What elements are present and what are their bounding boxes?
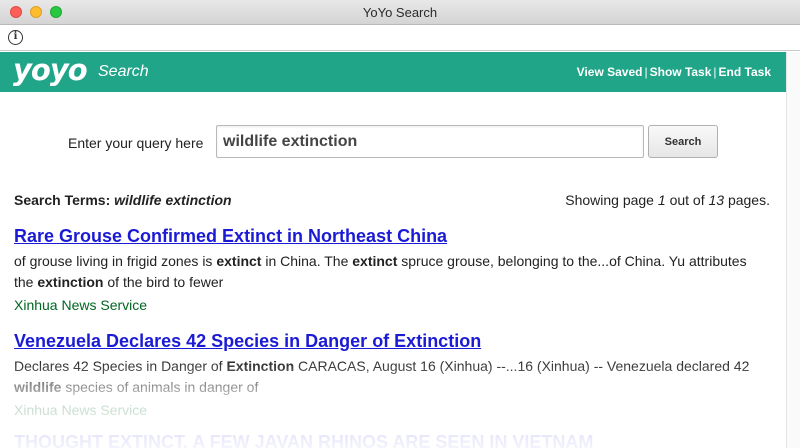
snippet-text: Declares 42 Species in Danger of xyxy=(14,358,227,374)
snippet-text: of the bird to fewer xyxy=(103,274,224,290)
show-task-link[interactable]: Show Task xyxy=(650,65,712,79)
vertical-scrollbar[interactable] xyxy=(786,52,800,448)
search-terms-value: wildlife extinction xyxy=(114,192,232,208)
snippet-text: CARACAS, August 16 (Xinhua) --...16 (Xin… xyxy=(294,358,750,374)
result-source: Xinhua News Service xyxy=(14,402,148,418)
result-snippet: Declares 42 Species in Danger of Extinct… xyxy=(14,356,754,398)
snippet-highlight: Extinction xyxy=(226,358,295,374)
snippet-text: in China. The xyxy=(261,253,353,269)
search-terms: Search Terms: wildlife extinction xyxy=(14,192,232,208)
result-title-link[interactable]: Rare Grouse Confirmed Extinct in Northea… xyxy=(14,225,754,247)
result-snippet: of grouse living in frigid zones is exti… xyxy=(14,251,754,293)
snippet-highlight: extinct xyxy=(352,253,398,269)
end-task-link[interactable]: End Task xyxy=(719,65,771,79)
header-links: View Saved | Show Task | End Task xyxy=(577,65,771,79)
search-terms-label: Search Terms: xyxy=(14,192,111,208)
window-titlebar: YoYo Search xyxy=(0,0,800,25)
result-title-link[interactable]: THOUGHT EXTINCT, A FEW JAVAN RHINOS ARE … xyxy=(14,432,593,448)
link-separator: | xyxy=(644,65,648,79)
paging-mid: out of xyxy=(669,192,705,208)
snippet-highlight: extinct xyxy=(216,253,262,269)
logo-subtitle: Search xyxy=(98,63,149,80)
maximize-window-icon[interactable] xyxy=(50,6,62,18)
yoyo-logo[interactable]: yoyo xyxy=(13,54,88,86)
snippet-text: of grouse living in frigid zones is xyxy=(14,253,217,269)
search-input[interactable] xyxy=(216,125,644,158)
snippet-highlight: wildlife xyxy=(14,379,62,395)
paging-suffix: pages. xyxy=(727,192,770,208)
current-page: 1 xyxy=(657,192,666,208)
minimize-window-icon[interactable] xyxy=(30,6,42,18)
info-icon[interactable]: i xyxy=(8,30,23,45)
site-header: yoyo Search View Saved | Show Task | End Tas… xyxy=(0,52,786,92)
view-saved-link[interactable]: View Saved xyxy=(577,65,643,79)
snippet-highlight: extinction xyxy=(37,274,104,290)
result-title-link[interactable]: Venezuela Declares 42 Species in Danger … xyxy=(14,330,754,352)
address-bar[interactable]: i xyxy=(0,25,800,51)
result-source: Xinhua News Service xyxy=(14,297,148,313)
search-result: Rare Grouse Confirmed Extinct in Northea… xyxy=(14,225,754,314)
paging-info: Showing page 1 out of 13 pages. xyxy=(565,192,770,208)
window-title: YoYo Search xyxy=(362,5,438,20)
query-label: Enter your query here xyxy=(68,135,204,151)
snippet-text: species of animals in danger of xyxy=(61,379,259,395)
search-result: Venezuela Declares 42 Species in Danger … xyxy=(14,330,754,419)
close-window-icon[interactable] xyxy=(10,6,22,18)
total-pages: 13 xyxy=(708,192,725,208)
paging-prefix: Showing page xyxy=(565,192,654,208)
link-separator: | xyxy=(713,65,717,79)
search-button[interactable]: Search xyxy=(648,125,718,158)
